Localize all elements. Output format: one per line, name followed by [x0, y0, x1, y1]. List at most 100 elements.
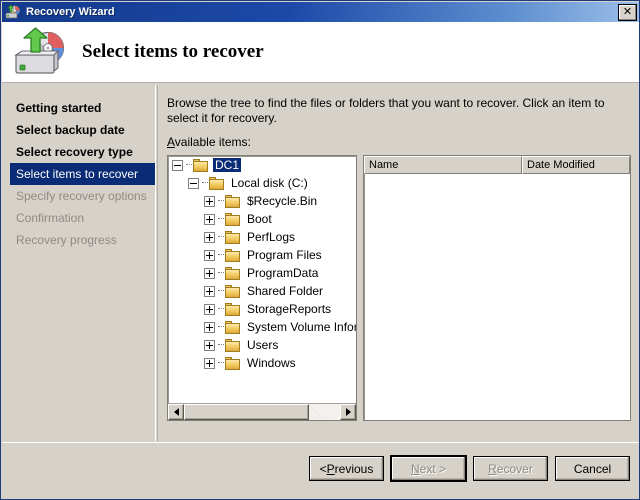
previous-button-prefix: <: [319, 461, 327, 476]
sidebar-item-confirmation: Confirmation: [16, 211, 85, 225]
tree-node-label: Users: [247, 338, 279, 352]
folder-icon: [225, 266, 241, 280]
expand-icon[interactable]: [204, 339, 215, 351]
previous-button[interactable]: < Previous: [309, 456, 384, 481]
expand-icon[interactable]: [204, 195, 215, 207]
cancel-button[interactable]: Cancel: [555, 456, 630, 481]
tree-node-label: System Volume Inform: [247, 320, 356, 334]
folder-icon: [225, 248, 241, 262]
tree-node-label: Program Files: [247, 248, 322, 262]
recover-button-accel: R: [488, 461, 497, 476]
tree-node[interactable]: Boot: [168, 210, 356, 228]
tree-connector: [218, 236, 224, 238]
wizard-footer: < Previous Next > Recover Cancel: [2, 442, 639, 499]
tree-connector: [218, 290, 224, 292]
tree-horizontal-scrollbar[interactable]: [168, 403, 356, 420]
window-title: Recovery Wizard: [26, 6, 115, 18]
expand-icon[interactable]: [204, 267, 215, 279]
next-button-accel: N: [410, 461, 420, 476]
folder-icon: [193, 158, 209, 172]
sidebar-item-select-recovery-type[interactable]: Select recovery type: [2, 141, 155, 163]
folder-icon: [209, 176, 225, 190]
tree-node[interactable]: StorageReports: [168, 300, 356, 318]
page-title: Select items to recover: [82, 41, 264, 62]
sidebar-item-specify-recovery-options: Specify recovery options: [16, 189, 147, 203]
recovery-wizard-window: Recovery Wizard ✕ Select items to recove…: [0, 0, 640, 500]
tree-node-label: Local disk (C:): [231, 176, 308, 190]
next-button[interactable]: Next >: [391, 456, 466, 481]
cancel-button-label: Cancel: [573, 461, 612, 476]
tree-connector: [218, 218, 224, 220]
folder-icon: [225, 284, 241, 298]
scrollbar-thumb[interactable]: [184, 404, 309, 420]
available-items-tree[interactable]: DC1 Local disk (C:) $Recycle.Bin Boot PerfLo…: [167, 155, 357, 421]
folder-icon: [225, 230, 241, 244]
tree-node[interactable]: PerfLogs: [168, 228, 356, 246]
tree-connector: [202, 182, 208, 184]
previous-button-accel: P: [326, 461, 335, 476]
collapse-icon[interactable]: [188, 177, 199, 189]
tree-node[interactable]: Shared Folder: [168, 282, 356, 300]
tree-node[interactable]: System Volume Inform: [168, 318, 356, 336]
tree-node-label: $Recycle.Bin: [247, 194, 318, 208]
chevron-right-icon: [345, 408, 351, 416]
sidebar-item-recovery-progress: Recovery progress: [16, 233, 117, 247]
folder-icon: [225, 338, 241, 352]
tree-connector: [218, 272, 224, 274]
tree-node[interactable]: ProgramData: [168, 264, 356, 282]
sidebar-item-getting-started[interactable]: Getting started: [2, 97, 155, 119]
expand-icon[interactable]: [204, 357, 215, 369]
footer-button-group: < Previous Next > Recover Cancel: [309, 456, 630, 481]
tree-node[interactable]: DC1: [168, 156, 356, 174]
recover-button[interactable]: Recover: [473, 456, 548, 481]
close-icon[interactable]: ✕: [618, 4, 637, 21]
tree-node-label: Windows: [247, 356, 296, 370]
tree-node[interactable]: Program Files: [168, 246, 356, 264]
tree-node-label: StorageReports: [247, 302, 332, 316]
collapse-icon[interactable]: [172, 159, 183, 171]
title-bar: Recovery Wizard ✕: [2, 2, 639, 22]
expand-icon[interactable]: [204, 231, 215, 243]
tree-scroll-area: DC1 Local disk (C:) $Recycle.Bin Boot PerfLo…: [168, 156, 356, 403]
tree-node-label: Shared Folder: [247, 284, 324, 298]
column-header-date-modified[interactable]: Date Modified: [522, 156, 630, 174]
tree-node[interactable]: $Recycle.Bin: [168, 192, 356, 210]
next-button-suffix: ext >: [419, 461, 447, 476]
available-items-label-rest: vailable items:: [174, 135, 251, 149]
sidebar-item-select-backup-date[interactable]: Select backup date: [2, 119, 155, 141]
tree-connector: [218, 362, 224, 364]
tree-node[interactable]: Local disk (C:): [168, 174, 356, 192]
sidebar-item-select-items-to-recover[interactable]: Select items to recover: [10, 163, 155, 185]
folder-icon: [225, 302, 241, 316]
tree-connector: [218, 344, 224, 346]
tree-node-label: PerfLogs: [247, 230, 296, 244]
expand-icon[interactable]: [204, 249, 215, 261]
scrollbar-track[interactable]: [184, 404, 340, 420]
scroll-right-button[interactable]: [340, 404, 356, 420]
chevron-left-icon: [173, 408, 179, 416]
folder-icon: [225, 212, 241, 226]
expand-icon[interactable]: [204, 303, 215, 315]
tree-node-label: ProgramData: [247, 266, 319, 280]
tree-connector: [186, 164, 192, 166]
expand-icon[interactable]: [204, 285, 215, 297]
wizard-steps-sidebar: Getting started Select backup date Selec…: [2, 85, 156, 441]
tree-node[interactable]: Users: [168, 336, 356, 354]
wizard-header: Select items to recover: [2, 22, 639, 83]
tree-connector: [218, 326, 224, 328]
tree-node[interactable]: Windows: [168, 354, 356, 372]
available-items-label: Available items:: [167, 135, 251, 149]
tree-node-label: DC1: [213, 158, 242, 172]
instruction-text: Browse the tree to find the files or fol…: [167, 96, 605, 125]
scroll-left-button[interactable]: [168, 404, 184, 420]
tree-connector: [218, 308, 224, 310]
recovery-drive-icon: [5, 4, 21, 20]
expand-icon[interactable]: [204, 213, 215, 225]
selected-items-list[interactable]: Name Date Modified: [363, 155, 631, 421]
folder-icon: [225, 194, 241, 208]
tree-node-label: Boot: [247, 212, 272, 226]
tree-connector: [218, 254, 224, 256]
expand-icon[interactable]: [204, 321, 215, 333]
recover-button-suffix: ecover: [496, 461, 533, 476]
column-header-name[interactable]: Name: [364, 156, 522, 174]
